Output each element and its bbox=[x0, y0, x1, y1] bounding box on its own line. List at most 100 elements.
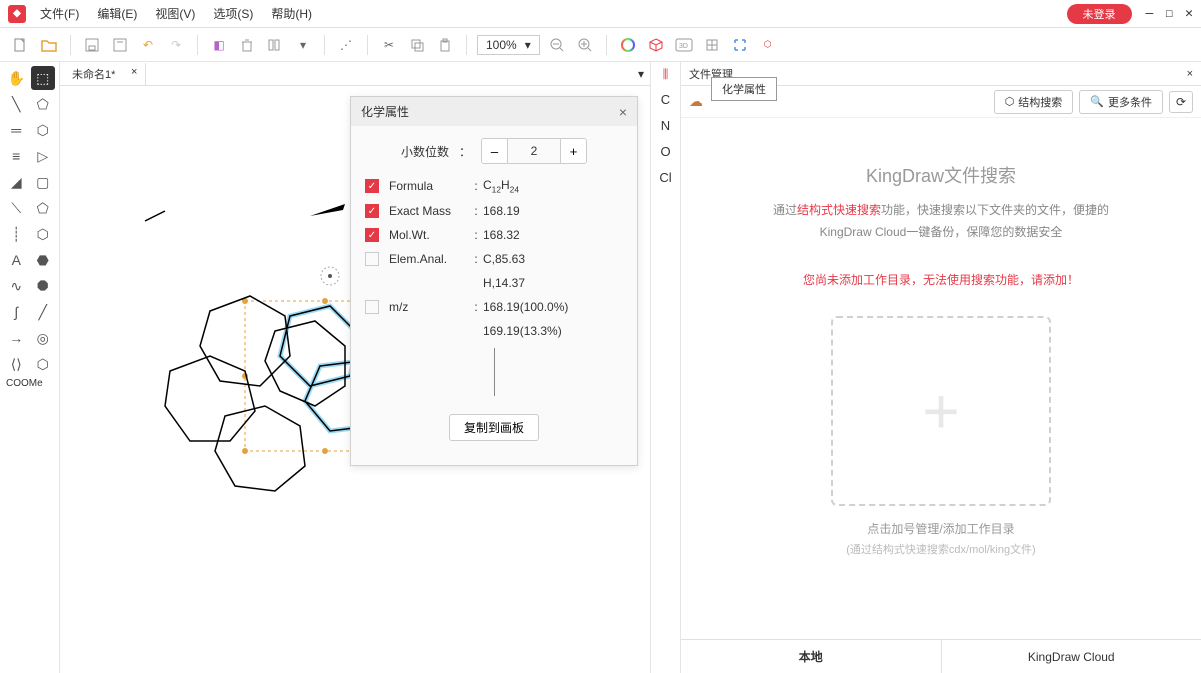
close-button[interactable]: ✕ bbox=[1185, 6, 1193, 21]
dropzone-hint: 点击加号管理/添加工作目录 bbox=[867, 520, 1014, 537]
more-conditions-button[interactable]: 🔍更多条件 bbox=[1079, 90, 1163, 114]
dash-bond-tool[interactable]: ⟍ bbox=[4, 196, 29, 220]
ring-tool[interactable]: ⬡ bbox=[31, 352, 56, 376]
grid-icon[interactable] bbox=[701, 34, 723, 56]
triangle-tool[interactable]: ▷ bbox=[31, 144, 56, 168]
align-icon[interactable] bbox=[264, 34, 286, 56]
bond-tool[interactable]: ╲ bbox=[4, 92, 29, 116]
pentagon2-tool[interactable]: ⬠ bbox=[31, 196, 56, 220]
decimal-decrease-button[interactable]: – bbox=[482, 139, 508, 163]
marquee-tool[interactable]: ⬚ bbox=[31, 66, 56, 90]
mz-label: m/z bbox=[389, 300, 469, 314]
tab-cloud[interactable]: KingDraw Cloud bbox=[942, 640, 1201, 673]
decimal-value: 2 bbox=[508, 139, 560, 163]
mz-value-1: 168.19(100.0%) bbox=[483, 300, 568, 314]
refresh-button[interactable]: ⟳ bbox=[1169, 91, 1193, 113]
zoom-out-icon[interactable] bbox=[546, 34, 568, 56]
zoom-in-icon[interactable] bbox=[574, 34, 596, 56]
tool-icon-1[interactable]: ⋰ bbox=[335, 34, 357, 56]
cloud-icon[interactable]: ☁ bbox=[689, 93, 703, 110]
double-bond-tool[interactable]: ═ bbox=[4, 118, 29, 142]
decimal-places-label: 小数位数 bbox=[401, 143, 449, 160]
analysis-icon[interactable]: ⫼ bbox=[651, 62, 680, 86]
open-folder-icon[interactable] bbox=[38, 34, 60, 56]
search-title: KingDraw文件搜索 bbox=[866, 162, 1016, 188]
redo-icon[interactable]: ↷ bbox=[165, 34, 187, 56]
eraser-icon[interactable]: ◧ bbox=[208, 34, 230, 56]
tab-local[interactable]: 本地 bbox=[681, 640, 942, 673]
octagon-tool[interactable]: ⯃ bbox=[31, 274, 56, 298]
zoom-select[interactable]: 100%▾ bbox=[477, 35, 540, 55]
scan-icon[interactable] bbox=[729, 34, 751, 56]
menu-help[interactable]: 帮助(H) bbox=[271, 5, 312, 22]
paste-icon[interactable] bbox=[434, 34, 456, 56]
warning-text: 您尚未添加工作目录，无法使用搜索功能，请添加！ bbox=[803, 271, 1079, 288]
element-n[interactable]: N bbox=[651, 112, 680, 138]
add-directory-dropzone[interactable]: + bbox=[831, 316, 1051, 506]
wedge-tool[interactable]: ◢ bbox=[4, 170, 29, 194]
bracket-tool[interactable]: ⟨⟩ bbox=[4, 352, 29, 376]
elem-anal-c: C,85.63 bbox=[483, 252, 525, 266]
pentagon-tool[interactable]: ⬠ bbox=[31, 92, 56, 116]
molwt-value: 168.32 bbox=[483, 228, 520, 242]
menu-view[interactable]: 视图(V) bbox=[155, 5, 195, 22]
save-as-icon[interactable] bbox=[109, 34, 131, 56]
mz-checkbox[interactable] bbox=[365, 300, 379, 314]
exact-mass-value: 168.19 bbox=[483, 204, 520, 218]
minimize-button[interactable]: — bbox=[1146, 6, 1154, 21]
cube-icon[interactable] bbox=[645, 34, 667, 56]
dropdown-icon[interactable]: ▾ bbox=[292, 34, 314, 56]
tab-options-icon[interactable]: ▾ bbox=[632, 67, 650, 81]
document-tab[interactable]: 未命名1* × bbox=[60, 63, 146, 85]
line-tool[interactable]: ╱ bbox=[31, 300, 56, 324]
menu-edit[interactable]: 编辑(E) bbox=[97, 5, 137, 22]
arrow-tool[interactable]: → bbox=[4, 326, 29, 350]
element-o[interactable]: O bbox=[651, 138, 680, 164]
coome-label[interactable]: COOMe bbox=[4, 378, 55, 389]
svg-text:3D: 3D bbox=[679, 43, 688, 50]
app-logo: ◆ bbox=[8, 5, 26, 23]
curve-tool[interactable]: ∫ bbox=[4, 300, 29, 324]
hexagon2-tool[interactable]: ⬡ bbox=[31, 222, 56, 246]
heptagon-tool[interactable]: ⬣ bbox=[31, 248, 56, 272]
menu-options[interactable]: 选项(S) bbox=[213, 5, 253, 22]
triple-bond-tool[interactable]: ≡ bbox=[4, 144, 29, 168]
properties-close-icon[interactable]: × bbox=[619, 104, 627, 120]
3d-icon[interactable]: 3D bbox=[673, 34, 695, 56]
circle-tool[interactable]: ◎ bbox=[31, 326, 56, 350]
hexagon-tool[interactable]: ⬡ bbox=[31, 118, 56, 142]
formula-label: Formula bbox=[389, 179, 469, 193]
copy-to-canvas-button[interactable]: 复制到画板 bbox=[449, 414, 539, 441]
elem-anal-checkbox[interactable] bbox=[365, 252, 379, 266]
menu-file[interactable]: 文件(F) bbox=[40, 5, 79, 22]
tab-close-icon[interactable]: × bbox=[131, 66, 137, 78]
login-button[interactable]: 未登录 bbox=[1067, 4, 1132, 24]
element-cl[interactable]: Cl bbox=[651, 164, 680, 190]
structure-search-button[interactable]: ⬡结构搜索 bbox=[994, 90, 1074, 114]
molwt-checkbox[interactable]: ✓ bbox=[365, 228, 379, 242]
exact-mass-checkbox[interactable]: ✓ bbox=[365, 204, 379, 218]
hand-tool[interactable]: ✋ bbox=[4, 66, 29, 90]
color-ring-icon[interactable] bbox=[617, 34, 639, 56]
undo-icon[interactable]: ↶ bbox=[137, 34, 159, 56]
panel-close-icon[interactable]: × bbox=[1187, 68, 1193, 80]
square-tool[interactable]: ▢ bbox=[31, 170, 56, 194]
copy-icon[interactable] bbox=[406, 34, 428, 56]
elem-anal-label: Elem.Anal. bbox=[389, 252, 469, 266]
save-icon[interactable] bbox=[81, 34, 103, 56]
maximize-button[interactable]: ☐ bbox=[1165, 6, 1173, 21]
chain-tool[interactable]: ∿ bbox=[4, 274, 29, 298]
formula-checkbox[interactable]: ✓ bbox=[365, 179, 379, 193]
hash-bond-tool[interactable]: ┊ bbox=[4, 222, 29, 246]
element-c[interactable]: C bbox=[651, 86, 680, 112]
cut-icon[interactable]: ✂ bbox=[378, 34, 400, 56]
decimal-increase-button[interactable]: + bbox=[560, 139, 586, 163]
trash-icon[interactable] bbox=[236, 34, 258, 56]
search-description: 通过结构式快速搜索功能，快速搜索以下文件夹的文件，便捷的 KingDraw Cl… bbox=[773, 200, 1109, 243]
name-icon[interactable]: ⬡ bbox=[757, 34, 779, 56]
text-tool[interactable]: A bbox=[4, 248, 29, 272]
dropzone-subhint: (通过结构式快速搜索cdx/mol/king文件) bbox=[846, 541, 1035, 557]
new-file-icon[interactable] bbox=[10, 34, 32, 56]
mz-value-2: 169.19(13.3%) bbox=[483, 324, 562, 338]
tooltip: 化学属性 bbox=[711, 77, 777, 101]
